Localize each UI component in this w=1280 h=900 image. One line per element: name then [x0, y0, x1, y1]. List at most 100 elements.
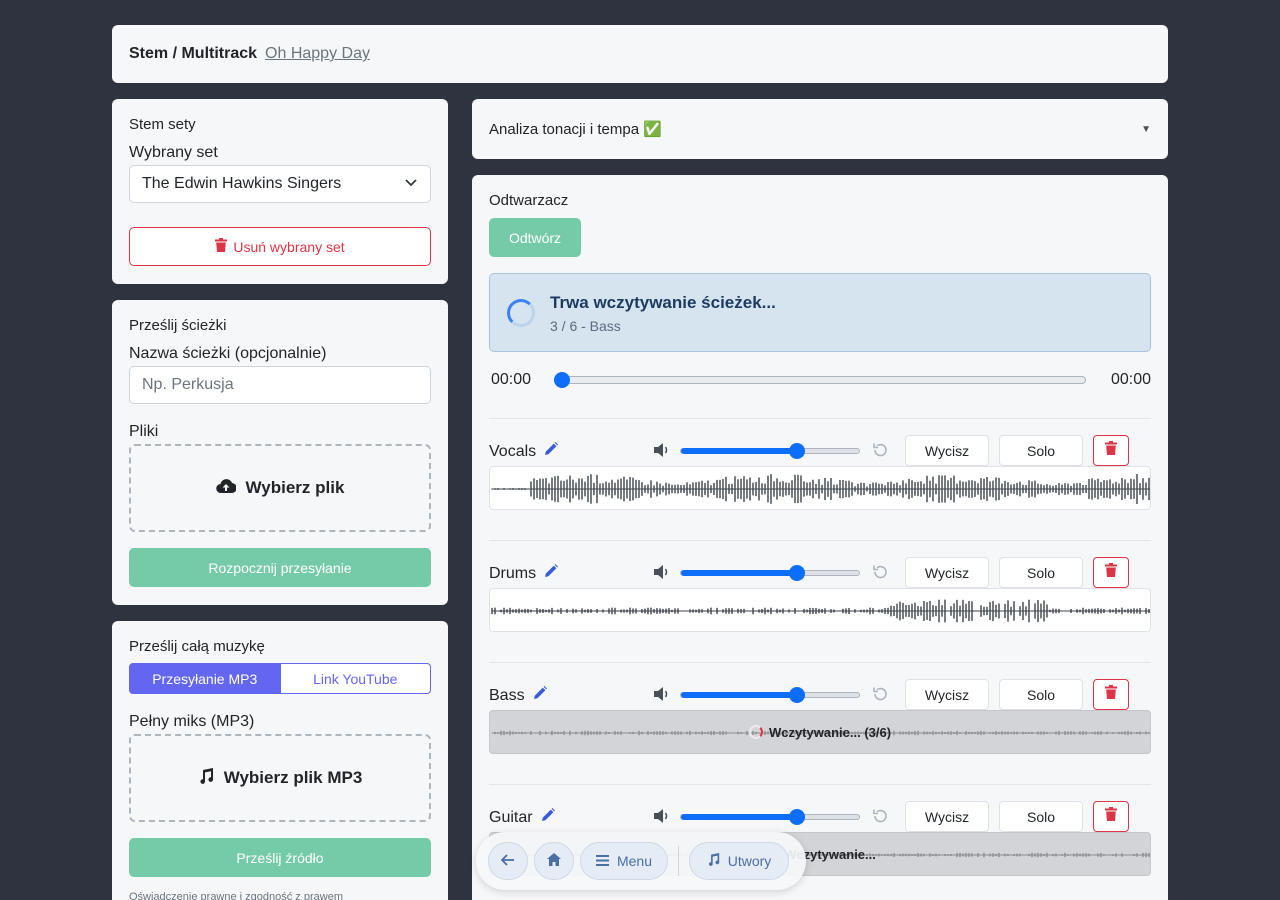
delete-track-button[interactable] — [1093, 435, 1129, 466]
volume-speaker-icon — [653, 564, 671, 585]
reset-volume-icon[interactable] — [872, 686, 888, 707]
mute-button[interactable]: Wycisz — [905, 801, 989, 832]
mute-button[interactable]: Wycisz — [905, 557, 989, 588]
pencil-icon[interactable] — [541, 808, 555, 827]
track-name[interactable]: Guitar — [489, 808, 555, 827]
tracks-button[interactable]: Utwory — [689, 842, 789, 880]
track-name-input[interactable]: Np. Perkusja — [129, 366, 431, 404]
time-current: 00:00 — [491, 371, 532, 388]
waveform-loading-overlay: Wczytywanie... (3/6) — [490, 711, 1150, 753]
menu-button[interactable]: Menu — [580, 842, 668, 880]
caret-down-icon: ▼ — [1141, 123, 1151, 135]
volume-fill — [681, 814, 797, 820]
delete-track-button[interactable] — [1093, 801, 1129, 832]
waveform-graphic — [491, 599, 1150, 623]
loading-subtitle: 3 / 6 - Bass — [550, 318, 621, 334]
volume-speaker-icon — [653, 808, 671, 829]
upload-music-card: Prześlij całą muzykę Przesyłanie MP3 Lin… — [112, 621, 448, 900]
mp3-dropzone[interactable]: Wybierz plik MP3 — [129, 734, 431, 822]
volume-thumb[interactable] — [788, 565, 805, 581]
track-name[interactable]: Drums — [489, 564, 559, 583]
volume-fill — [681, 570, 797, 576]
nav-divider — [678, 846, 679, 876]
track-name[interactable]: Bass — [489, 686, 547, 705]
reset-volume-icon[interactable] — [872, 442, 888, 463]
files-label: Pliki — [129, 423, 159, 440]
mute-button[interactable]: Wycisz — [905, 679, 989, 710]
volume-thumb[interactable] — [788, 443, 805, 459]
track-name[interactable]: Vocals — [489, 442, 559, 461]
loading-spinner-icon — [507, 299, 535, 327]
track-waveform[interactable]: Wczytywanie... (3/6) — [489, 710, 1151, 754]
pencil-icon[interactable] — [544, 564, 559, 583]
bottom-nav: Menu Utwory — [476, 832, 806, 890]
page-header: Stem / Multitrack Oh Happy Day — [112, 25, 1168, 83]
song-link[interactable]: Oh Happy Day — [265, 45, 370, 63]
upload-mode-tabs: Przesyłanie MP3 Link YouTube — [129, 663, 431, 694]
start-upload-button[interactable]: Rozpocznij przesyłanie — [129, 548, 431, 587]
pencil-icon[interactable] — [533, 686, 547, 705]
trash-icon — [1105, 685, 1117, 704]
home-icon — [547, 853, 561, 869]
page-title: Stem / Multitrack — [129, 45, 258, 62]
tab-mp3-upload[interactable]: Przesyłanie MP3 — [129, 663, 281, 694]
solo-button[interactable]: Solo — [999, 801, 1083, 832]
delete-set-label: Usuń wybrany set — [233, 238, 345, 255]
track-name-label: Drums — [489, 564, 537, 582]
bars-icon — [595, 853, 609, 869]
volume-slider[interactable] — [680, 809, 860, 825]
seek-bar[interactable] — [554, 372, 1086, 388]
track-separator — [489, 662, 1151, 663]
pencil-icon[interactable] — [544, 442, 559, 461]
trash-icon — [215, 238, 228, 255]
volume-fill — [681, 448, 797, 454]
loading-title: Trwa wczytywanie ścieżek... — [550, 293, 776, 312]
submit-source-button[interactable]: Prześlij źródło — [129, 838, 431, 877]
tracks-label: Utwory — [727, 853, 772, 869]
solo-button[interactable]: Solo — [999, 557, 1083, 588]
solo-button[interactable]: Solo — [999, 679, 1083, 710]
file-dropzone[interactable]: Wybierz plik — [129, 444, 431, 532]
track-waveform[interactable] — [489, 588, 1151, 632]
volume-speaker-icon — [653, 442, 671, 463]
loading-status: Trwa wczytywanie ścieżek... 3 / 6 - Bass — [489, 273, 1151, 352]
volume-fill — [681, 692, 797, 698]
volume-thumb[interactable] — [788, 687, 805, 703]
stem-set-select[interactable]: The Edwin Hawkins Singers — [129, 165, 431, 203]
track-row: Bass Wycisz Solo Wczytywanie... (3/6) — [489, 676, 1151, 766]
home-button[interactable] — [534, 842, 574, 880]
music-note-icon — [707, 853, 720, 869]
back-button[interactable] — [488, 842, 528, 880]
reset-volume-icon[interactable] — [872, 808, 888, 829]
delete-set-button[interactable]: Usuń wybrany set — [129, 227, 431, 266]
volume-speaker-icon — [653, 686, 671, 707]
volume-slider[interactable] — [680, 565, 860, 581]
track-row: Vocals Wycisz Solo — [489, 432, 1151, 522]
music-note-icon — [198, 767, 214, 789]
volume-slider[interactable] — [680, 687, 860, 703]
stem-set-select-value: The Edwin Hawkins Singers — [142, 175, 342, 192]
upload-tracks-card: Prześlij ścieżki Nazwa ścieżki (opcjonal… — [112, 300, 448, 605]
play-button[interactable]: Odtwórz — [489, 218, 581, 257]
analysis-panel-toggle[interactable]: Analiza tonacji i tempa ✅ ▼ — [472, 99, 1168, 159]
waveform-spinner-icon — [748, 725, 763, 739]
reset-volume-icon[interactable] — [872, 564, 888, 585]
full-mix-label: Pełny miks (MP3) — [129, 713, 255, 730]
trash-icon — [1105, 563, 1117, 582]
tab-youtube-link[interactable]: Link YouTube — [280, 663, 431, 694]
delete-track-button[interactable] — [1093, 557, 1129, 588]
mute-button[interactable]: Wycisz — [905, 435, 989, 466]
volume-slider[interactable] — [680, 443, 860, 459]
waveform-loading-text: Wczytywanie... (3/6) — [768, 724, 892, 740]
track-separator — [489, 540, 1151, 541]
volume-thumb[interactable] — [788, 809, 805, 825]
upload-music-title: Prześlij całą muzykę — [129, 638, 265, 655]
selected-set-label: Wybrany set — [129, 144, 218, 161]
arrow-left-icon — [500, 853, 515, 869]
stem-sets-title: Stem sety — [129, 116, 196, 133]
track-waveform[interactable] — [489, 466, 1151, 510]
stem-sets-card: Stem sety Wybrany set The Edwin Hawkins … — [112, 99, 448, 284]
solo-button[interactable]: Solo — [999, 435, 1083, 466]
delete-track-button[interactable] — [1093, 679, 1129, 710]
seek-thumb[interactable] — [554, 372, 570, 388]
